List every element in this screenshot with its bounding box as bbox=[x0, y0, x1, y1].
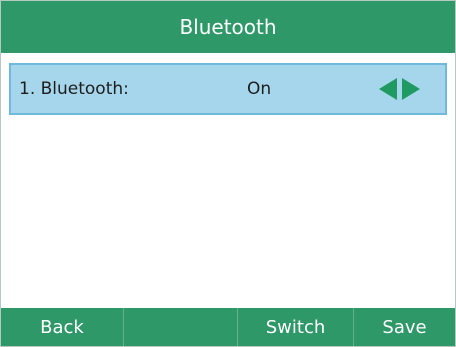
switch-button[interactable]: Switch bbox=[237, 308, 353, 346]
page-title: Bluetooth bbox=[179, 15, 277, 39]
menu-item-bluetooth[interactable]: 1. Bluetooth: On bbox=[9, 63, 447, 115]
menu-item-value: On bbox=[247, 79, 272, 99]
back-button[interactable]: Back bbox=[1, 308, 123, 346]
menu-list: 1. Bluetooth: On bbox=[1, 53, 455, 308]
left-arrow-icon[interactable] bbox=[379, 78, 397, 100]
save-button[interactable]: Save bbox=[353, 308, 455, 346]
right-arrow-icon[interactable] bbox=[402, 78, 420, 100]
menu-item-label: 1. Bluetooth: bbox=[19, 79, 129, 99]
phone-screen: Bluetooth 1. Bluetooth: On Back Switch S… bbox=[0, 0, 456, 347]
empty-softkey bbox=[123, 308, 237, 346]
softkey-bar: Back Switch Save bbox=[1, 308, 455, 346]
title-bar: Bluetooth bbox=[1, 1, 455, 53]
